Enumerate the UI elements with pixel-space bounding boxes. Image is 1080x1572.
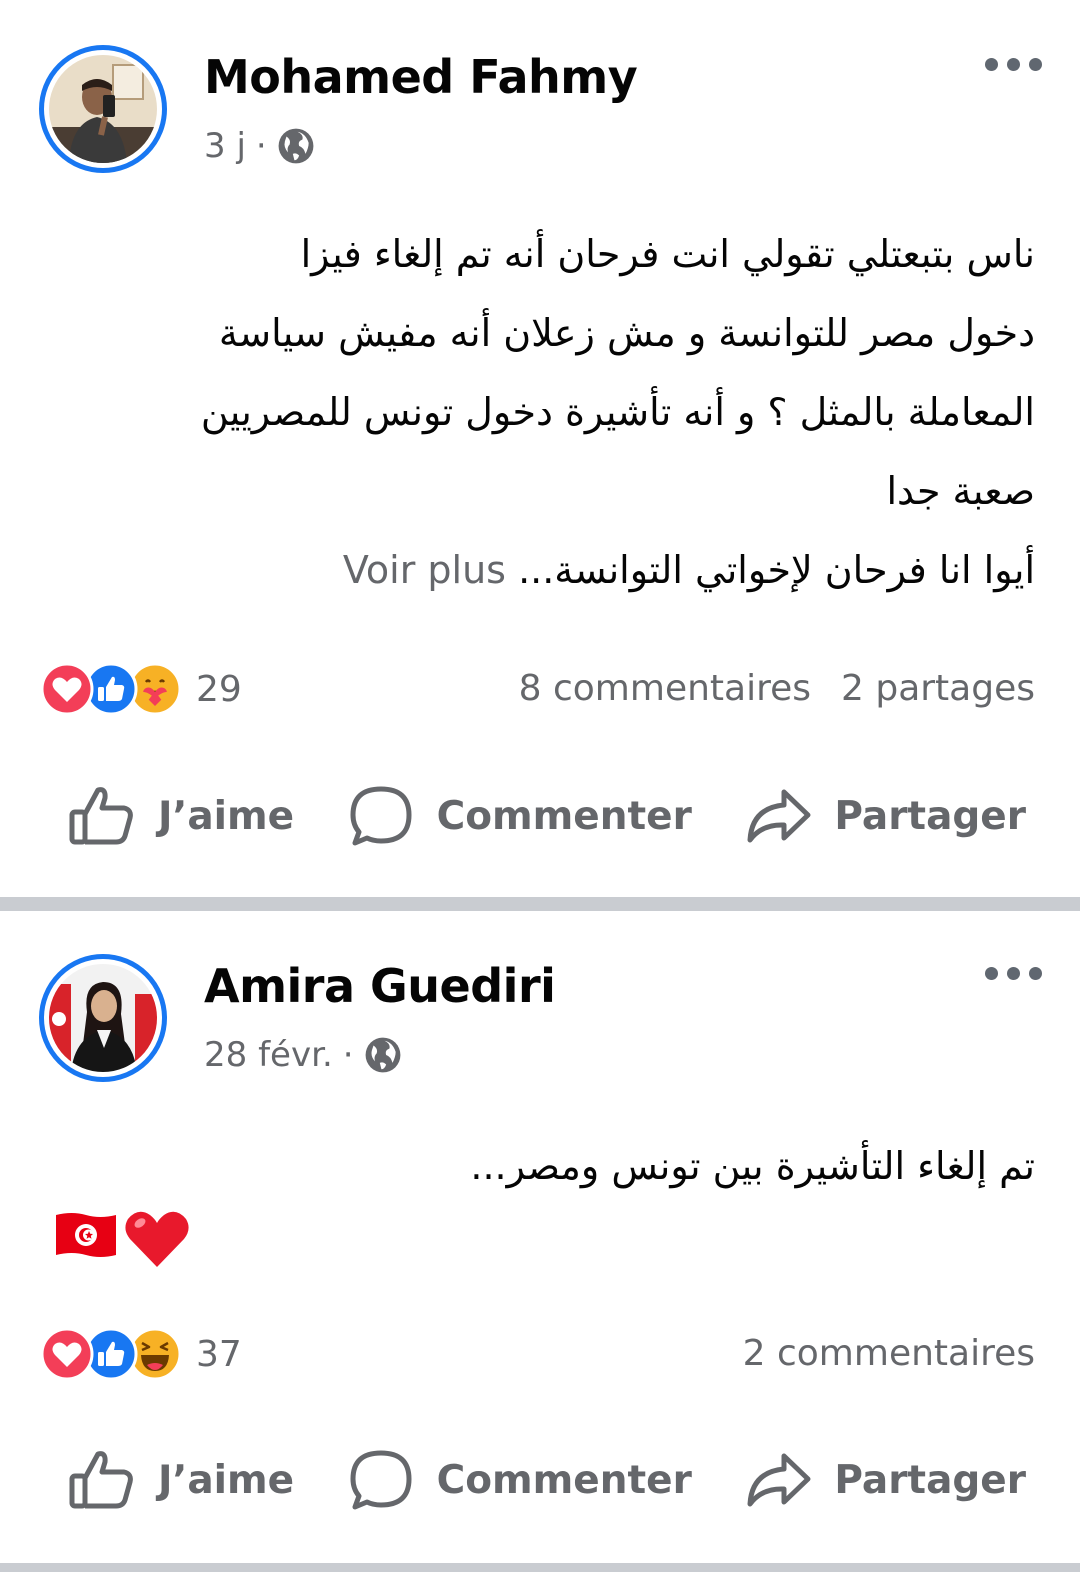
emoji-row (52, 1207, 192, 1271)
text-line: أيوا انا فرحان لإخواتي التوانسة... Voir … (45, 531, 1035, 610)
share-label: Partager (834, 793, 1026, 839)
author-name[interactable]: Mohamed Fahmy (204, 50, 638, 104)
avatar-photo (49, 55, 157, 163)
comment-bubble-icon (350, 1450, 412, 1510)
avatar-photo (49, 964, 157, 1072)
share-label: Partager (834, 1457, 1026, 1503)
more-options-icon[interactable] (985, 967, 1042, 980)
reaction-summary[interactable]: 37 (40, 1327, 242, 1381)
see-more-link[interactable]: Voir plus (343, 548, 506, 592)
reaction-count: 29 (196, 668, 242, 710)
globe-icon (365, 1037, 400, 1073)
post-text: ناس بتبعتلي تقولي انت فرحان أنه تم إلغاء… (45, 215, 1035, 610)
text-last-line: أيوا انا فرحان لإخواتي التوانسة... (518, 548, 1035, 592)
post-text: تم إلغاء التأشيرة بين تونس ومصر... (45, 1127, 1035, 1206)
post-meta: 3 j · (204, 126, 315, 166)
like-label: J’aime (158, 1457, 295, 1503)
shares-count[interactable]: 2 partages (841, 668, 1035, 709)
like-label: J’aime (158, 793, 295, 839)
text-line: ناس بتبعتلي تقولي انت فرحان أنه تم إلغاء… (300, 232, 1035, 276)
comment-bubble-icon (350, 786, 412, 846)
comment-button[interactable]: Commenter (347, 784, 692, 848)
comments-count[interactable]: 8 commentaires (519, 668, 811, 709)
share-arrow-icon (747, 789, 811, 843)
post-stats: 2 commentaires (743, 1333, 1035, 1374)
like-outline-icon (69, 1451, 133, 1509)
like-button[interactable]: J’aime (68, 1448, 294, 1512)
text-line: المعاملة بالمثل ؟ و أنه تأشيرة دخول تونس… (200, 390, 1035, 434)
post-divider (0, 1563, 1080, 1572)
post-meta: 28 févr. · (204, 1035, 402, 1075)
tunisia-flag-icon (56, 1213, 116, 1257)
post-time[interactable]: 3 j (204, 126, 246, 166)
red-heart-icon (125, 1211, 189, 1267)
action-bar: J’aime Commenter Partager (0, 1448, 1080, 1512)
text-line: تم إلغاء التأشيرة بين تونس ومصر... (470, 1144, 1035, 1188)
comments-count[interactable]: 2 commentaires (743, 1333, 1035, 1374)
heart-reaction-icon (40, 1327, 94, 1381)
avatar[interactable] (39, 45, 167, 173)
share-button[interactable]: Partager (744, 1448, 1026, 1512)
post-divider (0, 897, 1080, 911)
text-line: دخول مصر للتوانسة و مش زعلان أنه مفيش سي… (218, 311, 1035, 355)
share-arrow-icon (747, 1453, 811, 1507)
comment-label: Commenter (436, 793, 692, 839)
reaction-count: 37 (196, 1333, 242, 1375)
comment-button[interactable]: Commenter (347, 1448, 692, 1512)
text-line: صعبة جدا (886, 469, 1035, 513)
like-outline-icon (69, 787, 133, 845)
post-stats: 8 commentaires 2 partages (519, 668, 1035, 709)
author-name[interactable]: Amira Guediri (204, 959, 556, 1013)
reaction-summary[interactable]: 29 (40, 662, 242, 716)
like-button[interactable]: J’aime (68, 784, 294, 848)
globe-icon (278, 128, 314, 164)
action-bar: J’aime Commenter Partager (0, 784, 1080, 848)
comment-label: Commenter (436, 1457, 692, 1503)
meta-separator: · (342, 1035, 354, 1075)
post-card: Amira Guediri 28 févr. · تم إلغاء التأشي… (0, 911, 1080, 1563)
share-button[interactable]: Partager (744, 784, 1026, 848)
post-time[interactable]: 28 févr. (204, 1035, 333, 1075)
avatar[interactable] (39, 954, 167, 1082)
meta-separator: · (255, 126, 267, 166)
heart-reaction-icon (40, 662, 94, 716)
more-options-icon[interactable] (985, 58, 1042, 71)
post-card: Mohamed Fahmy 3 j · ناس بتبعتلي تقولي ان… (0, 0, 1080, 897)
